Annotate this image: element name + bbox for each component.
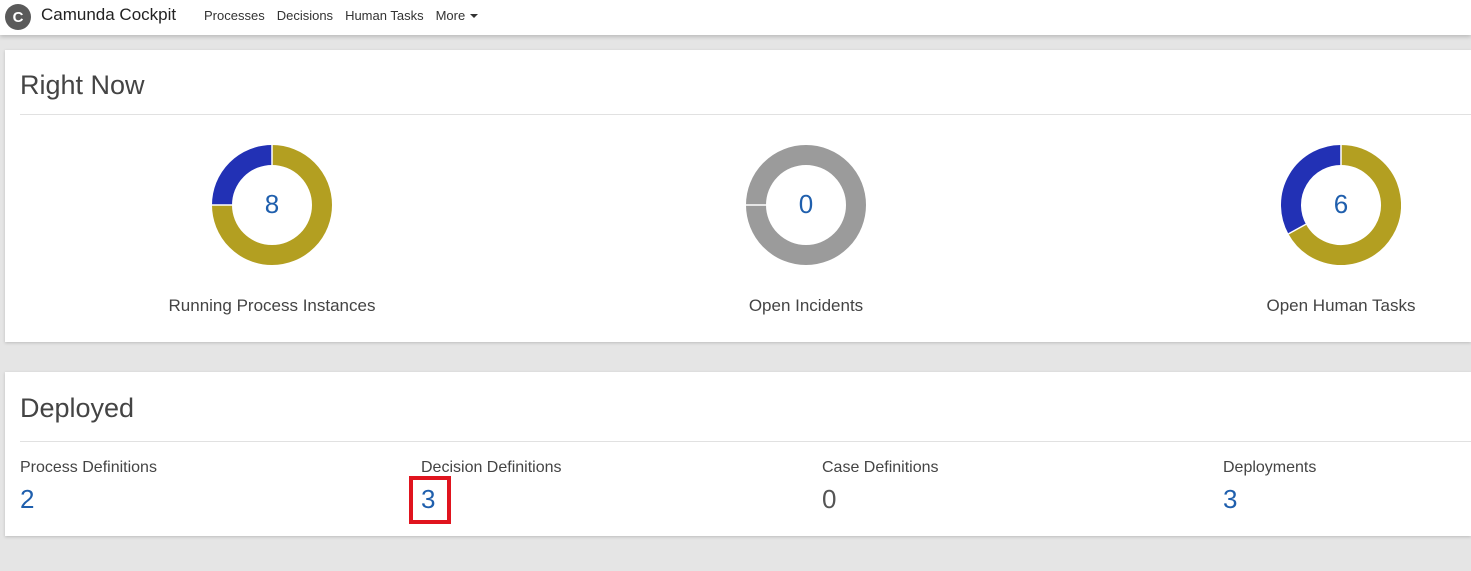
- process-definitions-label[interactable]: Process Definitions: [20, 458, 320, 478]
- nav-more-label: More: [435, 8, 466, 23]
- running-instances-count[interactable]: 8: [212, 189, 332, 219]
- deployments-count[interactable]: 3: [1223, 484, 1237, 514]
- open-human-tasks-widget[interactable]: 6 Open Human Tasks: [1221, 143, 1461, 323]
- nav-links: Processes Decisions Human Tasks More: [204, 8, 479, 23]
- camunda-logo-icon[interactable]: C: [5, 4, 31, 30]
- logo-letter: C: [12, 8, 24, 26]
- case-definitions-label[interactable]: Case Definitions: [822, 458, 1122, 478]
- app-title[interactable]: Camunda Cockpit: [41, 5, 176, 25]
- top-navbar: C Camunda Cockpit Processes Decisions Hu…: [0, 0, 1471, 35]
- decision-definitions-label[interactable]: Decision Definitions: [421, 458, 721, 478]
- divider: [20, 441, 1471, 442]
- open-human-tasks-count[interactable]: 6: [1281, 189, 1401, 219]
- process-definitions-count[interactable]: 2: [20, 484, 34, 514]
- case-definitions-stat: Case Definitions 0: [822, 458, 1122, 514]
- running-instances-label[interactable]: Running Process Instances: [112, 296, 432, 316]
- right-now-panel: Right Now 8 Running Process Instances 0 …: [5, 50, 1471, 342]
- open-incidents-count[interactable]: 0: [746, 189, 866, 219]
- right-now-title: Right Now: [20, 70, 145, 100]
- process-definitions-stat: Process Definitions 2: [20, 458, 320, 514]
- running-process-instances-widget[interactable]: 8 Running Process Instances: [152, 143, 392, 323]
- deployed-title: Deployed: [20, 393, 135, 423]
- decision-definitions-stat: Decision Definitions 3: [421, 458, 721, 514]
- open-human-tasks-label[interactable]: Open Human Tasks: [1181, 296, 1471, 316]
- deployed-panel: Deployed Process Definitions 2 Decision …: [5, 372, 1471, 536]
- open-incidents-widget[interactable]: 0 Open Incidents: [686, 143, 926, 323]
- nav-human-tasks[interactable]: Human Tasks: [345, 8, 424, 23]
- deployments-stat: Deployments 3: [1223, 458, 1471, 514]
- decision-definitions-count[interactable]: 3: [421, 484, 435, 514]
- deployments-label[interactable]: Deployments: [1223, 458, 1471, 478]
- divider: [20, 114, 1471, 115]
- case-definitions-count: 0: [822, 484, 837, 514]
- nav-decisions[interactable]: Decisions: [277, 8, 333, 23]
- nav-processes[interactable]: Processes: [204, 8, 265, 23]
- caret-down-icon: [470, 13, 479, 18]
- open-incidents-label[interactable]: Open Incidents: [646, 296, 966, 316]
- nav-more-dropdown[interactable]: More: [436, 8, 479, 23]
